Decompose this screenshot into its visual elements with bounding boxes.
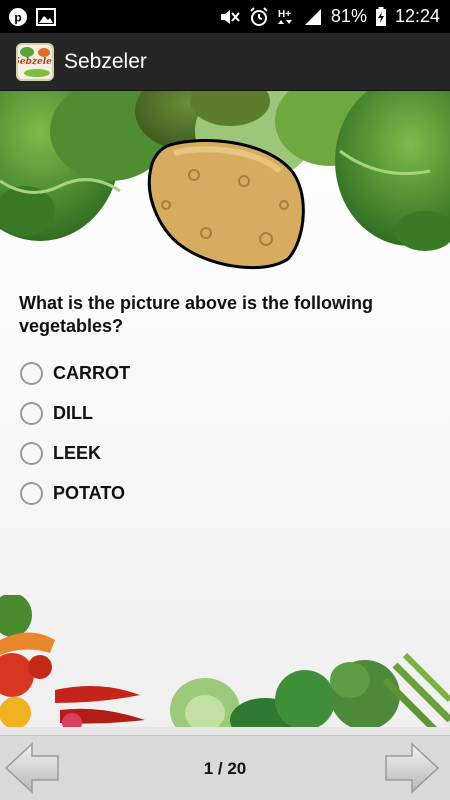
alarm-icon [249, 6, 269, 27]
battery-icon [375, 6, 387, 27]
option-label: CARROT [53, 362, 130, 383]
question-counter: 1 / 20 [203, 759, 247, 778]
option-label: LEEK [53, 442, 102, 463]
mute-icon [219, 8, 241, 26]
radio-button[interactable] [20, 401, 43, 425]
answer-options: CARROT DILL LEEK POTATO [20, 353, 130, 513]
bottom-navigation: 1 / 20 [0, 735, 450, 800]
arrow-right-icon [385, 742, 440, 794]
app-logo: Sebzeler [16, 42, 54, 81]
next-button[interactable] [384, 740, 444, 796]
status-bar: p H+ 81% 12:24 [0, 0, 450, 33]
option-label: POTATO [53, 482, 125, 503]
potato-image [147, 139, 305, 270]
vegetables-bottom-image [0, 595, 450, 735]
status-left: p [8, 7, 56, 27]
clock: 12:24 [394, 6, 440, 26]
option-dill[interactable]: DILL [20, 393, 130, 433]
option-potato[interactable]: POTATO [20, 473, 130, 513]
radio-button[interactable] [20, 441, 43, 465]
radio-button[interactable] [20, 481, 43, 505]
image-icon [36, 7, 56, 26]
hplus-icon: H+ [277, 7, 295, 27]
battery-percent: 81% [330, 6, 367, 26]
status-right: H+ 81% 12:24 [219, 6, 440, 27]
option-label: DILL [53, 402, 93, 423]
action-bar: Sebzeler Sebzeler [0, 33, 450, 91]
app-title: Sebzeler [64, 49, 147, 73]
signal-icon [303, 8, 323, 26]
svg-text:H+: H+ [278, 9, 291, 20]
question-text: What is the picture above is the followi… [19, 293, 374, 336]
app-logo-text: Sebzeler [18, 56, 52, 67]
option-carrot[interactable]: CARROT [20, 353, 130, 393]
p-badge-icon: p [8, 7, 28, 27]
svg-text:p: p [14, 10, 21, 24]
quiz-screen: What is the picture above is the followi… [0, 91, 450, 735]
option-leek[interactable]: LEEK [20, 433, 130, 473]
radio-button[interactable] [20, 361, 43, 385]
